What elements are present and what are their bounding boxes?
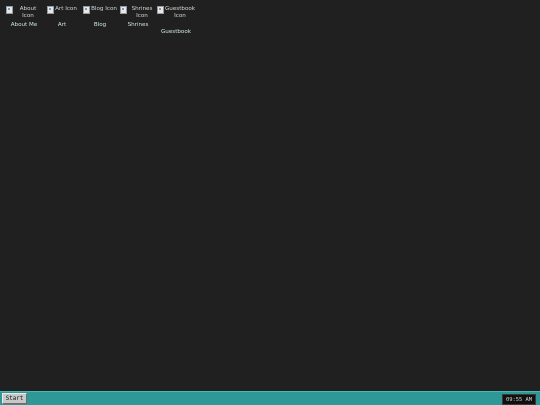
- desktop-icon-label: Blog: [93, 22, 107, 28]
- desktop-icon-label: About Me: [10, 22, 38, 28]
- desktop-icon-blog[interactable]: Blog Icon Blog: [81, 6, 119, 35]
- blog-icon-alt: Blog Icon: [91, 6, 117, 12]
- taskbar-clock: 09:55 AM: [502, 394, 536, 405]
- desktop-icons: About Icon About Me Art Icon Art Blog Ic…: [5, 6, 195, 35]
- shrines-icon: Shrines Icon: [120, 6, 156, 20]
- taskbar: Start 09:55 AM: [0, 391, 540, 405]
- desktop-icon-about[interactable]: About Icon About Me: [5, 6, 43, 35]
- start-button[interactable]: Start: [2, 393, 27, 404]
- about-icon: About Icon: [6, 6, 42, 20]
- desktop-icon-label: Guestbook: [160, 29, 192, 35]
- guestbook-icon: Guestbook Icon: [156, 6, 196, 27]
- desktop: About Icon About Me Art Icon Art Blog Ic…: [0, 0, 540, 391]
- broken-image-icon: [6, 6, 13, 14]
- blog-icon: Blog Icon: [82, 6, 118, 20]
- desktop-icon-shrines[interactable]: Shrines Icon Shrines: [119, 6, 157, 35]
- art-icon-alt: Art Icon: [55, 6, 77, 12]
- broken-image-icon: [156, 6, 164, 14]
- art-icon: Art Icon: [44, 6, 80, 20]
- broken-image-icon: [83, 6, 91, 14]
- broken-image-icon: [120, 6, 127, 14]
- desktop-icon-art[interactable]: Art Icon Art: [43, 6, 81, 35]
- broken-image-icon: [47, 6, 55, 14]
- desktop-icon-label: Art: [57, 22, 67, 28]
- desktop-icon-guestbook[interactable]: Guestbook Icon Guestbook: [156, 6, 196, 35]
- about-icon-alt: About Icon: [19, 6, 37, 19]
- guestbook-icon-alt: Guestbook Icon: [164, 6, 196, 19]
- shrines-icon-alt: Shrines Icon: [131, 6, 153, 19]
- desktop-icon-label: Shrines: [127, 22, 149, 28]
